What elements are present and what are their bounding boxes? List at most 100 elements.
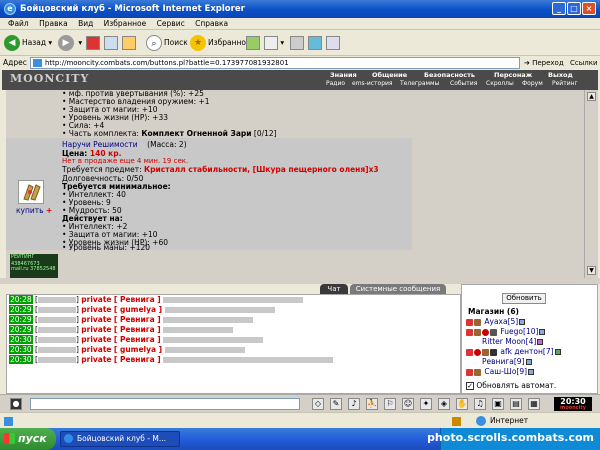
menu-edit[interactable]: Правка [39,18,68,30]
close-button[interactable]: × [582,2,596,15]
settings-button[interactable]: ✦ [420,398,432,410]
history-button[interactable] [246,34,260,52]
subnav-ems-history[interactable]: ems-история [352,80,393,87]
discuss-button[interactable] [326,34,340,52]
scrollbar[interactable]: ▲ ▼ [584,90,598,278]
nav-knowledge[interactable]: Знания [330,71,357,79]
taskbar-ie-window[interactable]: Бойцовский клуб - М... [60,431,180,447]
close-chat-button[interactable]: ▦ [528,398,540,410]
player-row[interactable]: Ritter Moon[4] [482,337,544,347]
color-button[interactable]: ▣ [492,398,504,410]
info-icon[interactable] [474,368,481,376]
home-button[interactable] [122,34,136,52]
print-button[interactable] [290,34,304,52]
tab-chat[interactable]: Чат [320,284,348,294]
subnav-scrolls[interactable]: Скроллы [486,80,514,87]
chat-log[interactable]: 20:28 [] private [ Ревнига ] 20:29 [] pr… [6,294,461,394]
go-button[interactable]: ➔ Переход [524,56,564,70]
auto-refresh-checkbox[interactable]: ✓ [466,382,474,390]
info-icon[interactable] [482,348,489,356]
private-target[interactable]: [ Ревнига ] [114,335,161,344]
player-name[interactable]: Саш-Шо [484,367,516,376]
private-icon[interactable] [466,318,473,326]
start-button[interactable]: пуск [0,428,56,450]
chat-message: 20:30 [] private [ Ревнига ] [9,335,264,345]
player-name[interactable]: Ritter Moon [482,337,526,346]
mail-button[interactable]: ▾ [264,34,284,52]
mailru-counter[interactable]: mail.ru 37852548 [10,266,58,278]
private-icon[interactable] [466,328,473,336]
refresh-button[interactable] [104,34,118,52]
hands-button[interactable]: ✋ [456,398,468,410]
favorites-button[interactable]: ★ Избранное [190,34,251,52]
info-icon[interactable] [528,369,535,375]
forward-button[interactable]: ▶ ▾ [58,34,82,52]
clear-button[interactable]: ✎ [330,398,342,410]
window-titlebar[interactable]: e Бойцовский клуб - Microsoft Internet E… [0,0,600,18]
info-icon[interactable] [474,318,481,326]
emote-button[interactable]: ● [10,398,22,410]
menu-help[interactable]: Справка [195,18,228,30]
player-name[interactable]: Ауаха [484,317,507,326]
info-icon[interactable] [554,349,561,355]
messenger-button[interactable] [308,34,322,52]
player-row[interactable]: Саш-Шо[9] [466,367,535,377]
book-button[interactable]: ▤ [510,398,522,410]
info-icon[interactable] [519,319,526,325]
private-icon[interactable] [466,348,473,356]
private-target[interactable]: [ Ревнига ] [114,315,161,324]
tab-system-messages[interactable]: Системные сообщения [350,284,446,294]
nav-exit[interactable]: Выход [548,71,573,79]
player-row[interactable]: Ауаха[5] [466,317,526,327]
scroll-up-icon[interactable]: ▲ [587,92,596,101]
player-row[interactable]: Ревнига[9] [482,357,532,367]
scroll-button[interactable]: ◈ [438,398,450,410]
player-name[interactable]: afk дентон [500,347,543,356]
private-icon[interactable] [466,368,473,376]
address-input[interactable]: http://mooncity.combats.com/buttons.pl?b… [30,57,520,69]
smile-button[interactable]: ☺ [402,398,414,410]
subnav-forum[interactable]: Форум [522,80,543,87]
scroll-down-icon[interactable]: ▼ [587,266,596,275]
player-row[interactable]: Fuego[10] [466,327,546,337]
menu-view[interactable]: Вид [78,18,93,30]
filter-button[interactable]: ⛹ [366,398,378,410]
info-icon[interactable] [539,329,546,335]
menu-tools[interactable]: Сервис [157,18,185,30]
sound-button[interactable]: ♫ [474,398,486,410]
back-button[interactable]: ◀ Назад ▾ [4,34,52,52]
send-button[interactable]: ◇ [312,398,324,410]
menu-file[interactable]: Файл [8,18,29,30]
walk-button[interactable]: ⚐ [384,398,396,410]
nav-character[interactable]: Персонаж [494,71,532,79]
subnav-telegrams[interactable]: Телеграммы [400,80,439,87]
private-target[interactable]: [ gumelya ] [114,305,162,314]
subnav-rating[interactable]: Рейтинг [552,80,578,87]
item-name[interactable]: Наручи Решимости [62,140,138,149]
subnav-events[interactable]: События [450,80,477,87]
nav-communication[interactable]: Общение [372,71,407,79]
nav-security[interactable]: Безопасность [424,71,475,79]
subnav-radio[interactable]: Радио [326,80,345,87]
minimize-button[interactable]: _ [552,2,566,15]
private-tag: private [81,325,112,334]
private-target[interactable]: [ Ревнига ] [114,355,161,364]
player-name[interactable]: Fuego [500,327,523,336]
stop-button[interactable] [86,34,100,52]
private-target[interactable]: [ Ревнига ] [114,295,161,304]
chat-input[interactable] [30,398,300,410]
search-button[interactable]: ⌕ Поиск [146,34,188,52]
player-name[interactable]: Ревнига [482,357,514,366]
player-row[interactable]: afk дентон[7] [466,347,561,357]
maximize-button[interactable]: □ [567,2,581,15]
info-icon[interactable] [525,359,532,365]
info-icon[interactable] [474,328,481,336]
private-target[interactable]: [ Ревнига ] [114,325,161,334]
private-target[interactable]: [ gumelya ] [114,345,162,354]
refresh-list-button[interactable]: Обновить [502,293,546,304]
menu-favorites[interactable]: Избранное [104,18,147,30]
translit-button[interactable]: ♪ [348,398,360,410]
buy-link[interactable]: купить + [16,206,52,215]
info-icon[interactable] [537,339,544,345]
links-label[interactable]: Ссылки [570,56,598,70]
